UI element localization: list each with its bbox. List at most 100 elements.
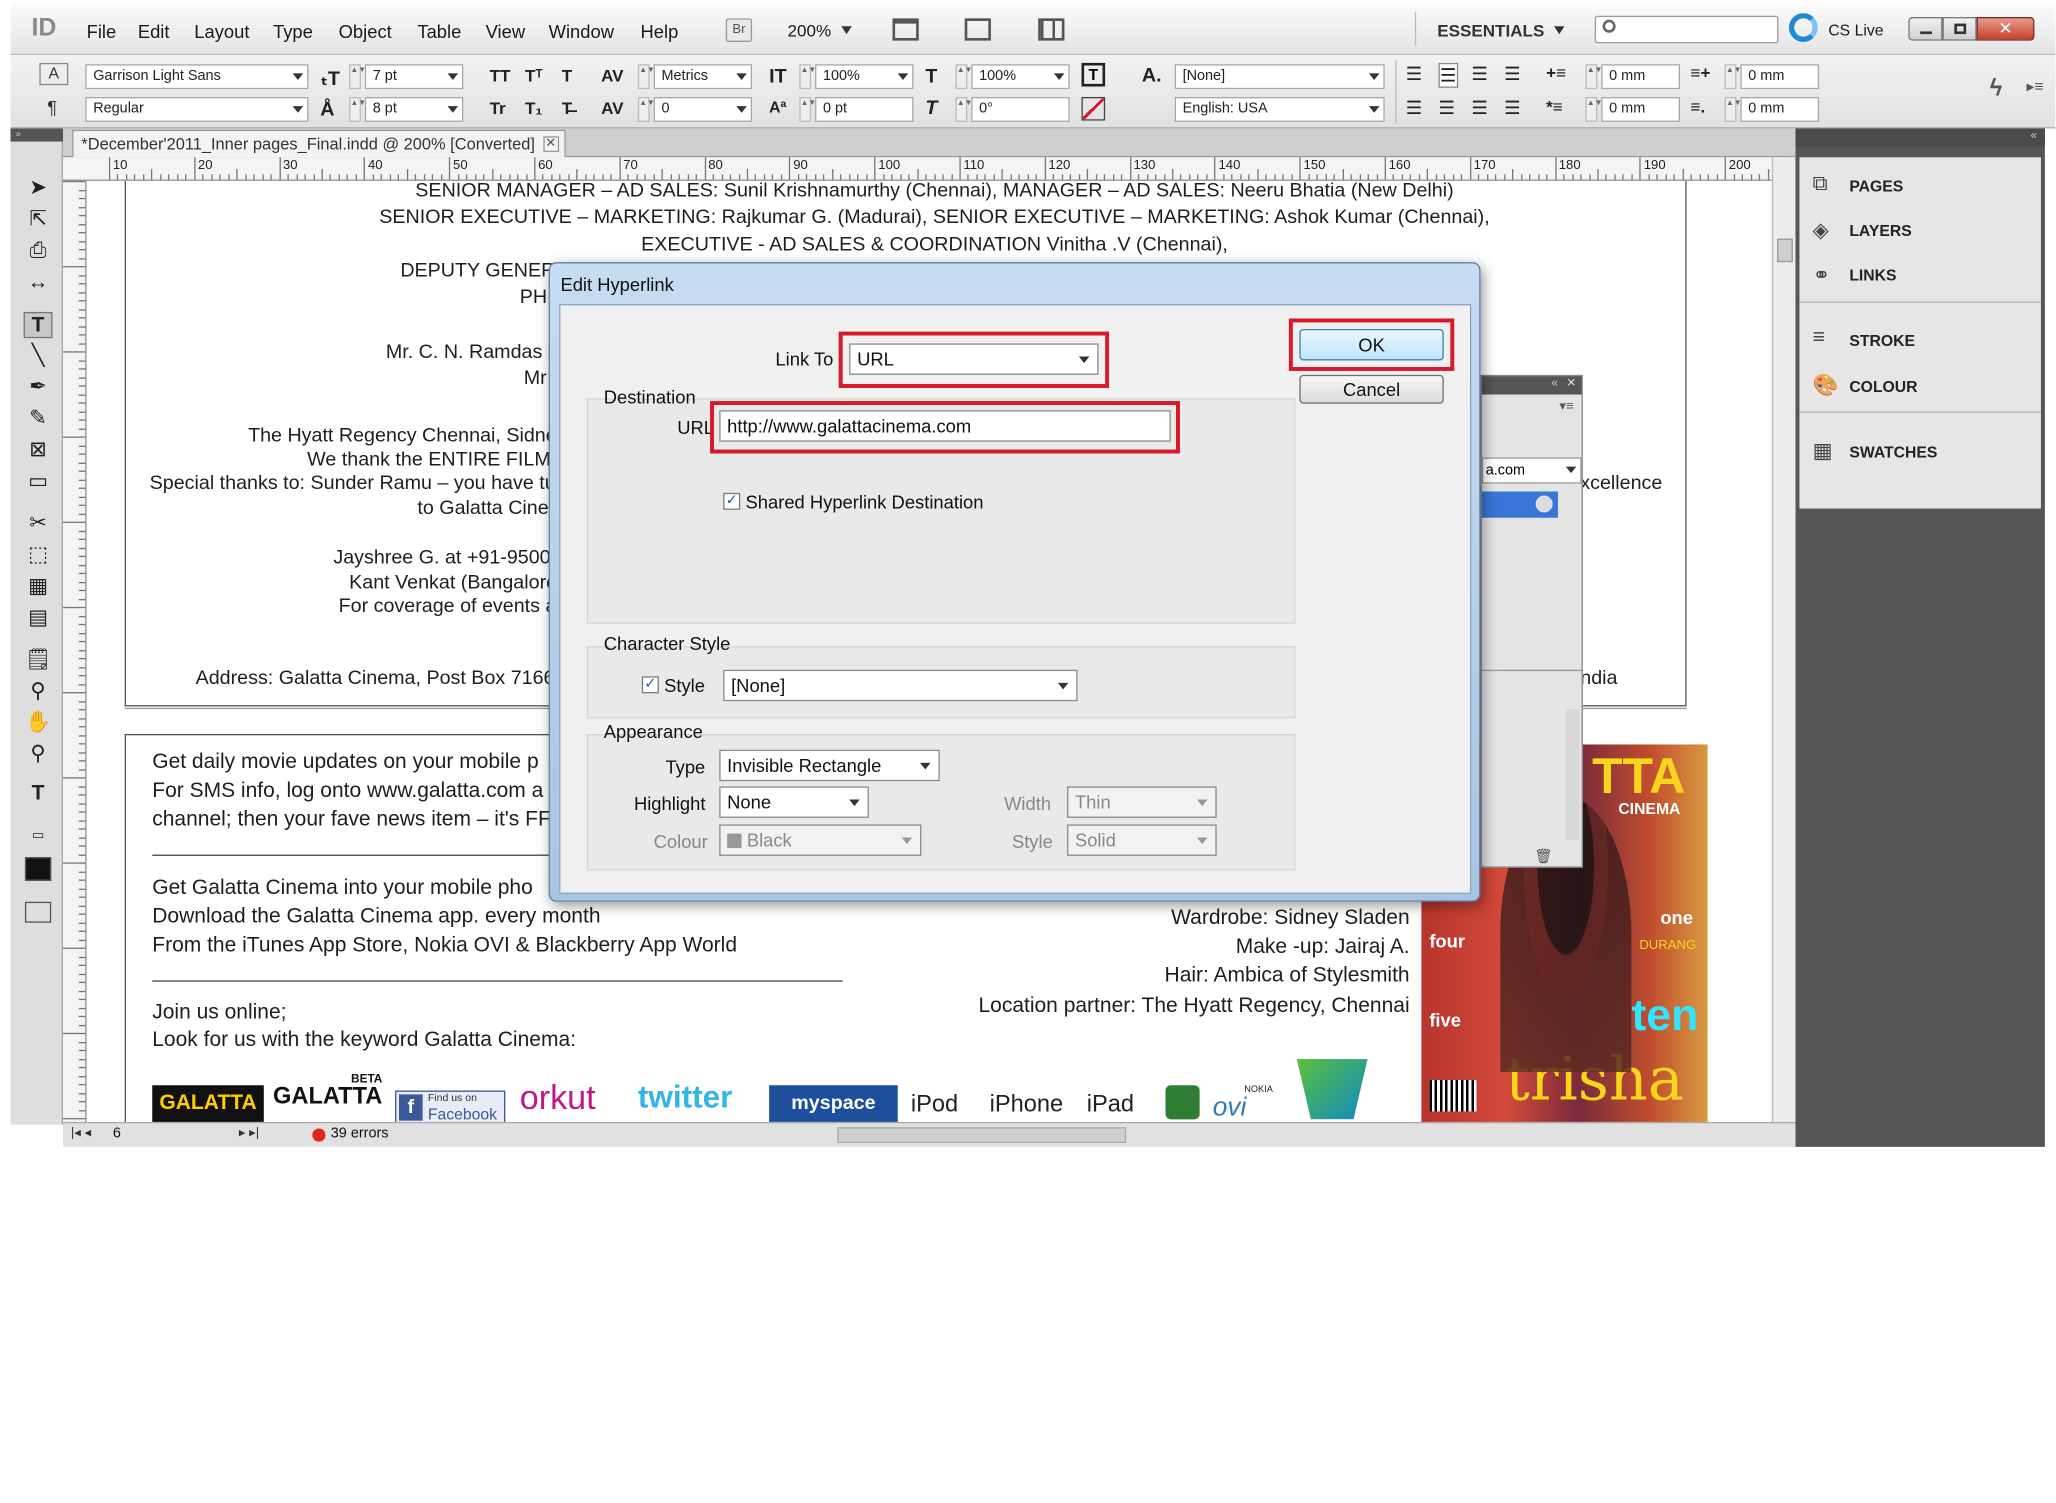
- kerning-field[interactable]: Metrics: [653, 64, 753, 90]
- pencil-tool-icon[interactable]: ✎: [24, 406, 53, 432]
- panel-scrollbar[interactable]: [1565, 709, 1579, 841]
- border-style-select[interactable]: Solid: [1067, 824, 1217, 856]
- document-tab[interactable]: *December'2011_Inner pages_Final.indd @ …: [72, 129, 566, 158]
- panel-menu-icon[interactable]: ▾≡: [1559, 400, 1573, 414]
- panel-pages[interactable]: PAGES: [1849, 177, 1903, 195]
- page-tool-icon[interactable]: ⎙: [24, 239, 53, 265]
- dock-collapse-icon[interactable]: «: [1795, 128, 2045, 147]
- strikethrough-icon[interactable]: T̶: [562, 98, 572, 118]
- menu-file[interactable]: File: [87, 21, 117, 42]
- leading-spinner[interactable]: ▲▼: [349, 96, 366, 122]
- eyedropper-tool-icon[interactable]: ⚲: [24, 679, 53, 705]
- vertical-scale-field[interactable]: 100%: [815, 64, 914, 90]
- font-size-spinner[interactable]: ▲▼: [349, 64, 366, 90]
- quick-apply-icon[interactable]: ϟ: [1990, 75, 2003, 103]
- width-select[interactable]: Thin: [1067, 786, 1217, 818]
- tracking-field[interactable]: 0: [653, 96, 753, 122]
- panel-layers[interactable]: LAYERS: [1849, 222, 1911, 240]
- restore-button[interactable]: [1942, 17, 1977, 41]
- align-towards-spine-icon[interactable]: ☰: [1504, 63, 1520, 85]
- scissors-tool-icon[interactable]: ✂: [24, 511, 53, 537]
- close-panel-icon[interactable]: ✕: [1566, 376, 1576, 390]
- collapse-icon[interactable]: «: [1551, 376, 1558, 389]
- last-indent-spinner[interactable]: ▲▼: [1724, 96, 1742, 122]
- minimize-button[interactable]: [1908, 17, 1943, 41]
- align-left-icon[interactable]: ☰: [1406, 63, 1422, 85]
- text-fill-icon[interactable]: T: [1081, 62, 1106, 87]
- workspace-dropdown-icon[interactable]: [1554, 26, 1565, 35]
- cs-live-label[interactable]: CS Live: [1828, 21, 1883, 39]
- url-combo[interactable]: a.com: [1481, 457, 1582, 484]
- justify-all-icon[interactable]: ☰: [1504, 97, 1520, 119]
- fill-stroke-icon[interactable]: T: [24, 781, 53, 807]
- horizontal-scroll-thumb[interactable]: [837, 1127, 1127, 1143]
- rectangle-tool-icon[interactable]: ▭: [24, 469, 53, 495]
- style-checkbox[interactable]: ✓: [641, 676, 659, 694]
- line-tool-icon[interactable]: ╲: [24, 343, 53, 369]
- next-page-icon[interactable]: ▸ ▸|: [239, 1126, 259, 1140]
- highlight-select[interactable]: None: [719, 786, 869, 818]
- justify-left-icon[interactable]: ☰: [1406, 97, 1422, 119]
- small-caps-icon[interactable]: Tr: [490, 98, 506, 118]
- menu-object[interactable]: Object: [339, 21, 392, 42]
- skew-spinner[interactable]: ▲▼: [955, 96, 972, 122]
- menu-layout[interactable]: Layout: [194, 21, 249, 42]
- type-tool-icon[interactable]: T: [23, 311, 53, 339]
- free-transform-tool-icon[interactable]: ⬚: [24, 543, 53, 569]
- screen-mode-tool-icon[interactable]: [24, 901, 52, 923]
- shared-destination-checkbox[interactable]: ✓: [723, 492, 741, 510]
- preflight-status[interactable]: 39 errors: [331, 1126, 389, 1142]
- style-select[interactable]: [None]: [723, 669, 1078, 702]
- first-indent-spinner[interactable]: ▲▼: [1585, 96, 1602, 122]
- panel-stroke[interactable]: STROKE: [1849, 332, 1915, 350]
- workspace-switcher[interactable]: ESSENTIALS: [1437, 21, 1544, 41]
- horizontal-scale-field[interactable]: 100%: [971, 64, 1070, 90]
- left-indent-field[interactable]: 0 mm: [1601, 64, 1680, 90]
- type-select[interactable]: Invisible Rectangle: [719, 749, 940, 782]
- right-indent-field[interactable]: 0 mm: [1740, 64, 1820, 90]
- panel-colour[interactable]: COLOUR: [1849, 377, 1917, 395]
- page-number[interactable]: 6: [113, 1126, 121, 1142]
- stroke-none-icon[interactable]: [1081, 96, 1106, 121]
- menu-table[interactable]: Table: [417, 21, 461, 42]
- close-window-button[interactable]: ✕: [1976, 17, 2035, 41]
- close-tab-icon[interactable]: ✕: [542, 136, 559, 153]
- superscript-icon[interactable]: Tᵀ: [525, 66, 543, 86]
- delete-icon[interactable]: 🗑: [1534, 848, 1552, 865]
- character-formatting-icon[interactable]: A: [39, 62, 69, 86]
- last-indent-field[interactable]: 0 mm: [1740, 96, 1820, 122]
- zoom-level[interactable]: 200%: [788, 21, 832, 41]
- menu-help[interactable]: Help: [641, 21, 679, 42]
- scroll-thumb[interactable]: [1777, 238, 1793, 263]
- vscale-spinner[interactable]: ▲▼: [799, 64, 816, 90]
- gradient-feather-tool-icon[interactable]: ▤: [24, 606, 53, 632]
- hyperlink-row-selected[interactable]: [1481, 491, 1558, 518]
- justify-right-icon[interactable]: ☰: [1471, 97, 1487, 119]
- cs-live-icon[interactable]: [1788, 13, 1818, 42]
- menu-type[interactable]: Type: [273, 21, 313, 42]
- direct-selection-tool-icon[interactable]: ⇱: [24, 207, 53, 233]
- colour-select[interactable]: Black: [719, 824, 922, 856]
- font-style-select[interactable]: Regular: [85, 96, 309, 122]
- screen-mode-icon[interactable]: [964, 18, 991, 41]
- gap-tool-icon[interactable]: ↔: [24, 270, 53, 296]
- menu-edit[interactable]: Edit: [138, 21, 170, 42]
- align-center-icon[interactable]: ☰: [1438, 62, 1458, 88]
- align-right-icon[interactable]: ☰: [1471, 63, 1487, 85]
- panel-menu-icon[interactable]: ▸≡: [2027, 77, 2044, 95]
- font-size-field[interactable]: 7 pt: [364, 64, 464, 90]
- panel-swatches[interactable]: SWATCHES: [1849, 443, 1937, 461]
- hand-tool-icon[interactable]: ✋: [24, 710, 53, 736]
- language-select[interactable]: English: USA: [1174, 96, 1385, 122]
- bridge-button[interactable]: Br: [725, 18, 753, 42]
- skew-field[interactable]: 0°: [971, 96, 1070, 122]
- tools-collapse-icon[interactable]: »: [10, 128, 63, 142]
- zoom-tool-icon[interactable]: ⚲: [24, 742, 53, 768]
- first-indent-field[interactable]: 0 mm: [1601, 96, 1680, 122]
- pen-tool-icon[interactable]: ✒: [24, 375, 53, 401]
- rectangle-frame-tool-icon[interactable]: ⊠: [24, 438, 53, 464]
- first-page-icon[interactable]: |◂ ◂: [71, 1126, 91, 1140]
- zoom-dropdown-icon[interactable]: [841, 26, 852, 35]
- search-input[interactable]: [1594, 15, 1779, 44]
- justify-center-icon[interactable]: ☰: [1439, 97, 1455, 119]
